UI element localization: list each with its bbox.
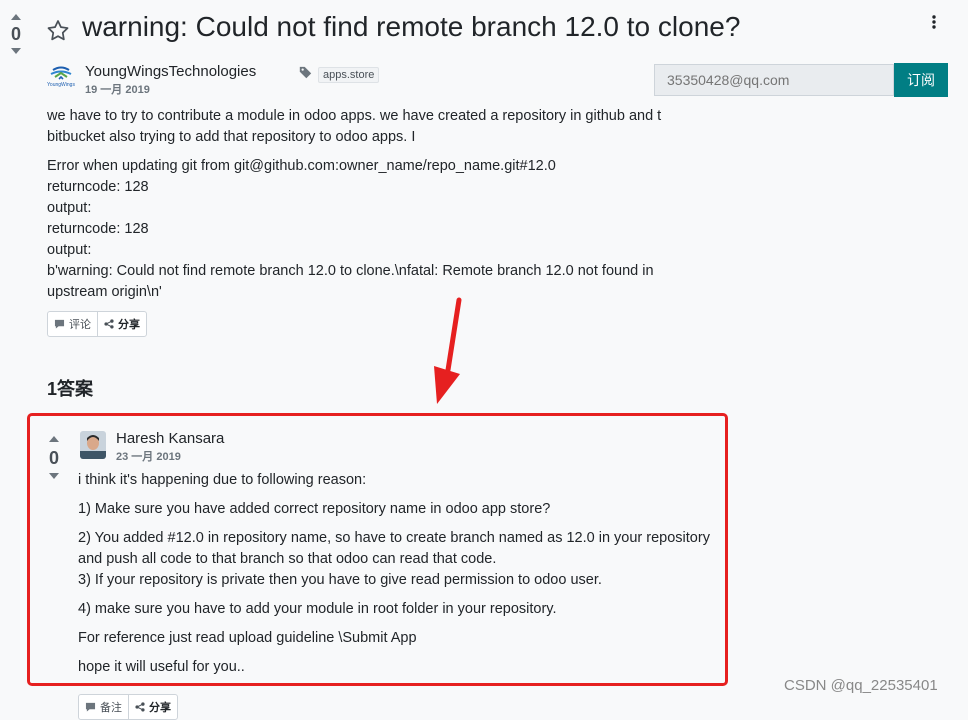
error-line: Error when updating git from git@github.… [47, 158, 556, 174]
tag-apps-store[interactable]: apps.store [318, 67, 380, 83]
question-paragraph: we have to try to contribute a module in… [47, 108, 662, 124]
share-icon [104, 319, 114, 329]
tag-icon [299, 66, 312, 84]
downvote-icon[interactable] [49, 473, 59, 479]
question-date: 19 一月 2019 [85, 84, 150, 96]
answer-actions: 备注 分享 [78, 694, 178, 720]
answer-vote-box: 0 [39, 436, 69, 479]
star-icon[interactable] [45, 18, 71, 49]
author-avatar[interactable]: YoungWings [47, 62, 75, 90]
question-body: we have to try to contribute a module in… [47, 106, 767, 303]
question-title: warning: Could not find remote branch 12… [82, 11, 741, 42]
answer-date: 23 一月 2019 [116, 451, 181, 463]
question-paragraph: bitbucket also trying to add that reposi… [47, 129, 416, 145]
error-line: upstream origin\n' [47, 284, 162, 300]
more-options-icon[interactable] [930, 14, 938, 35]
upvote-icon[interactable] [49, 436, 59, 442]
share-label: 分享 [149, 702, 171, 714]
answer-body: i think it's happening due to following … [78, 470, 778, 678]
answer-line: 3) If your repository is private then yo… [78, 572, 602, 588]
share-label: 分享 [118, 319, 140, 331]
comment-label: 备注 [100, 702, 122, 714]
question-actions: 评论 分享 [47, 311, 147, 337]
comment-icon [54, 319, 65, 329]
upvote-icon[interactable] [11, 14, 21, 20]
question-vote-count: 0 [10, 24, 21, 44]
answer-line: hope it will useful for you.. [78, 659, 245, 675]
share-icon [135, 702, 145, 712]
answer-line: 2) You added #12.0 in repository name, s… [78, 530, 710, 546]
share-button[interactable]: 分享 [97, 312, 146, 336]
answer-author-avatar[interactable] [80, 431, 106, 459]
share-button[interactable]: 分享 [128, 695, 177, 719]
error-line: b'warning: Could not find remote branch … [47, 263, 654, 279]
answer-author-name[interactable]: Haresh Kansara [116, 430, 224, 447]
comment-button[interactable]: 评论 [48, 312, 97, 336]
answer-line: For reference just read upload guideline… [78, 630, 417, 646]
answer-line: 1) Make sure you have added correct repo… [78, 501, 551, 517]
answer-line: i think it's happening due to following … [78, 472, 367, 488]
comment-label: 评论 [69, 319, 91, 331]
comment-icon [85, 702, 96, 712]
annotation-arrow [434, 297, 462, 404]
downvote-icon[interactable] [11, 48, 21, 54]
answer-vote-count: 0 [48, 448, 59, 468]
error-line: returncode: 128 [47, 179, 149, 195]
error-line: output: [47, 242, 92, 258]
answers-heading: 1答案 [47, 379, 94, 399]
watermark: CSDN @qq_22535401 [784, 677, 938, 694]
question-tags: apps.store [299, 66, 380, 84]
answer-line: and push all code to that branch so that… [78, 551, 497, 567]
error-line: returncode: 128 [47, 221, 149, 237]
question-vote-box: 0 [1, 14, 31, 54]
comment-button[interactable]: 备注 [79, 695, 128, 719]
subscribe-button[interactable]: 订阅 [894, 63, 948, 97]
error-line: output: [47, 200, 92, 216]
avatar-logo-text: YoungWings [47, 82, 75, 88]
subscribe-email-input[interactable] [654, 64, 894, 96]
question-author-name[interactable]: YoungWingsTechnologies [85, 63, 256, 80]
answer-line: 4) make sure you have to add your module… [78, 601, 557, 617]
subscribe-form: 订阅 [654, 63, 948, 97]
